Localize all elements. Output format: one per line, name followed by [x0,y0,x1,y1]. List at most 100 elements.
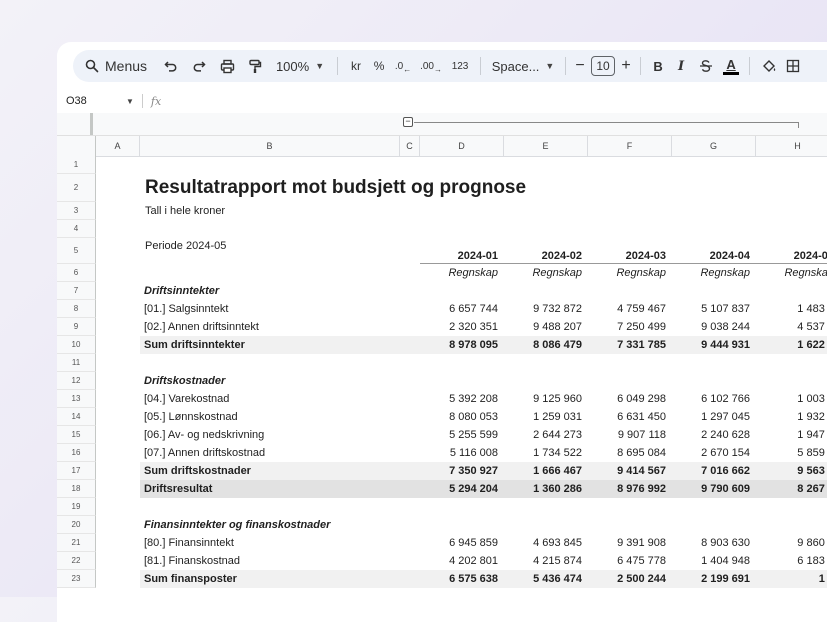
value-cell[interactable]: 8 086 479 [504,336,588,354]
value-cell[interactable]: 6 657 744 [420,300,504,318]
row-number[interactable]: 20 [57,516,96,534]
row-label[interactable]: [02.] Annen driftsinntekt [140,318,400,336]
value-cell[interactable]: 1 404 948 [672,552,756,570]
value-cell[interactable]: 5 392 208 [420,390,504,408]
subtitle-cell[interactable]: Tall i hele kroner [145,202,445,220]
period-header[interactable]: 2024-02 [504,238,588,264]
column-header-c[interactable]: C [400,136,420,156]
row-label[interactable]: Driftsresultat [140,480,400,498]
row-number[interactable]: 10 [57,336,96,354]
sheet-grid[interactable]: 1 2 Resultatrapport mot budsjett og progno… [57,156,827,622]
period-header[interactable]: 2024-01 [420,238,504,264]
font-family-select[interactable]: Space... ▼ [487,52,559,80]
value-cell[interactable]: 6 575 638 [420,570,504,588]
column-header-a[interactable]: A [96,136,140,156]
value-cell[interactable]: 1 003 5 [756,390,827,408]
row-number[interactable]: 11 [57,354,96,372]
value-cell[interactable]: 7 331 785 [588,336,672,354]
row-number[interactable]: 4 [57,220,96,238]
row-label[interactable]: Sum driftskostnader [140,462,400,480]
period-header[interactable]: 2024-03 [588,238,672,264]
decrease-decimal-button[interactable]: .0 ← [390,52,416,80]
value-cell[interactable]: 4 537 2 [756,318,827,336]
row-label[interactable]: [80.] Finansinntekt [140,534,400,552]
value-cell[interactable]: 6 631 450 [588,408,672,426]
percent-format-button[interactable]: % [368,52,390,80]
column-header-f[interactable]: F [588,136,672,156]
row-number[interactable]: 22 [57,552,96,570]
row-number[interactable]: 1 [57,156,96,174]
value-cell[interactable]: 8 267 4 [756,480,827,498]
zoom-select[interactable]: 100% ▼ [269,52,331,80]
value-cell[interactable]: 9 907 118 [588,426,672,444]
strikethrough-button[interactable] [693,52,719,80]
value-cell[interactable]: 5 859 9 [756,444,827,462]
row-number[interactable]: 16 [57,444,96,462]
increase-decimal-button[interactable]: .00 → [416,52,446,80]
column-header-e[interactable]: E [504,136,588,156]
row-label[interactable]: [01.] Salgsinntekt [140,300,400,318]
print-button[interactable] [213,52,241,80]
row-label[interactable]: Finansinntekter og finanskostnader [140,516,400,534]
value-cell[interactable]: 4 693 845 [504,534,588,552]
row-number[interactable]: 17 [57,462,96,480]
value-cell[interactable]: 8 080 053 [420,408,504,426]
value-cell[interactable]: 5 116 008 [420,444,504,462]
title-cell[interactable]: Resultatrapport mot budsjett og prognose [145,174,827,202]
undo-button[interactable] [157,52,185,80]
search-menus-button[interactable]: Menus [73,52,157,80]
italic-button[interactable]: I [669,52,693,80]
value-cell[interactable]: 1 666 467 [504,462,588,480]
chevron-down-icon[interactable]: ▼ [126,97,134,106]
scenario-header[interactable]: Regnskap [588,264,672,282]
value-cell[interactable]: 8 978 095 [420,336,504,354]
period-cell[interactable]: Periode 2024-05 [145,238,445,264]
period-header[interactable]: 2024-04 [672,238,756,264]
value-cell[interactable]: 5 294 204 [420,480,504,498]
row-label[interactable]: Sum finansposter [140,570,400,588]
value-cell[interactable]: 1 483 9 [756,300,827,318]
column-header-d[interactable]: D [420,136,504,156]
fill-color-button[interactable] [756,52,782,80]
text-color-button[interactable]: A [719,52,743,80]
column-header-h[interactable]: H [756,136,827,156]
value-cell[interactable]: 6 945 859 [420,534,504,552]
currency-format-button[interactable]: kr [344,52,368,80]
increase-font-size-button[interactable]: + [618,52,634,80]
value-cell[interactable]: 4 759 467 [588,300,672,318]
value-cell[interactable]: 1 7 [756,570,827,588]
value-cell[interactable]: 9 038 244 [672,318,756,336]
scenario-header[interactable]: Regnskap [756,264,827,282]
row-number[interactable]: 3 [57,202,96,220]
row-label[interactable]: [04.] Varekostnad [140,390,400,408]
value-cell[interactable]: 1 622 2 [756,336,827,354]
value-cell[interactable]: 1 297 045 [672,408,756,426]
row-label[interactable]: [05.] Lønnskostnad [140,408,400,426]
value-cell[interactable]: 1 734 522 [504,444,588,462]
scenario-header[interactable]: Regnskap [504,264,588,282]
value-cell[interactable]: 1 360 286 [504,480,588,498]
value-cell[interactable]: 8 976 992 [588,480,672,498]
redo-button[interactable] [185,52,213,80]
value-cell[interactable]: 9 414 567 [588,462,672,480]
value-cell[interactable]: 1 932 8 [756,408,827,426]
decrease-font-size-button[interactable]: − [572,52,588,80]
row-number[interactable]: 19 [57,498,96,516]
value-cell[interactable]: 2 240 628 [672,426,756,444]
value-cell[interactable]: 2 500 244 [588,570,672,588]
column-header-g[interactable]: G [672,136,756,156]
row-number[interactable]: 12 [57,372,96,390]
value-cell[interactable]: 7 250 499 [588,318,672,336]
value-cell[interactable]: 4 215 874 [504,552,588,570]
value-cell[interactable]: 9 444 931 [672,336,756,354]
row-number[interactable]: 7 [57,282,96,300]
row-number[interactable]: 2 [57,174,96,202]
font-size-input[interactable]: 10 [588,52,618,80]
period-header[interactable]: 2024-05 [756,238,827,264]
row-number[interactable]: 13 [57,390,96,408]
value-cell[interactable]: 1 947 2 [756,426,827,444]
value-cell[interactable]: 6 183 4 [756,552,827,570]
value-cell[interactable]: 2 670 154 [672,444,756,462]
row-number[interactable]: 21 [57,534,96,552]
value-cell[interactable]: 9 488 207 [504,318,588,336]
